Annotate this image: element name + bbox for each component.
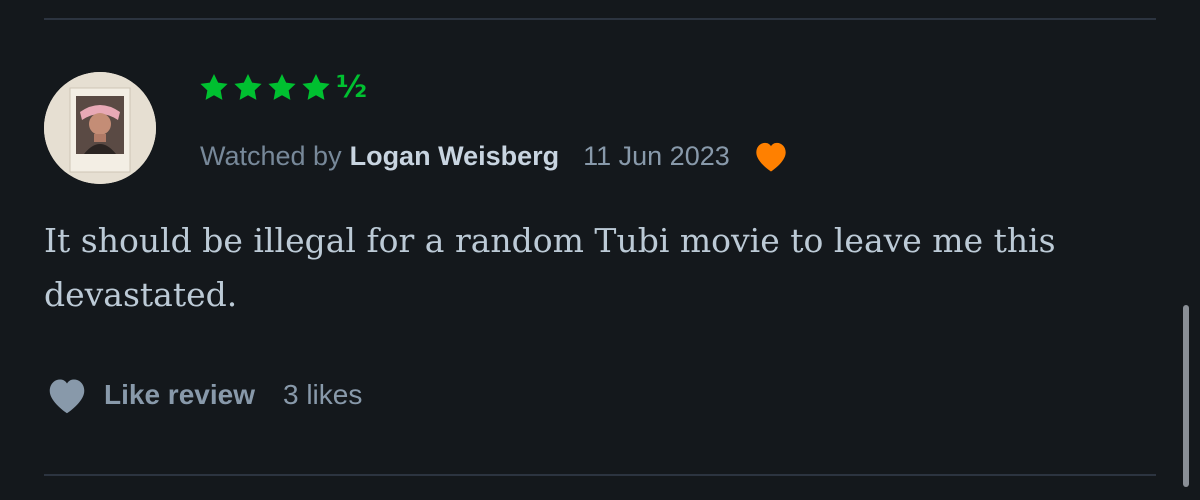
watched-by-label: Watched by — [200, 140, 342, 171]
bottom-divider — [44, 474, 1156, 476]
star-icon — [234, 74, 262, 100]
heart-icon — [49, 379, 85, 414]
review-body: It should be illegal for a random Tubi m… — [44, 221, 1056, 314]
top-divider — [44, 18, 1156, 20]
like-review-button[interactable]: Like review — [44, 375, 255, 415]
star-icon — [302, 74, 330, 100]
username-link[interactable]: Logan Weisberg — [350, 141, 560, 172]
scrollbar[interactable] — [1183, 305, 1189, 487]
star-icon — [268, 74, 296, 100]
review-meta: Watched by Logan Weisberg 11 Jun 2023 — [200, 134, 790, 178]
like-review-label: Like review — [104, 379, 255, 410]
avatar-photo — [44, 72, 156, 184]
likes-count-link[interactable]: 3 likes — [283, 379, 362, 411]
heart-icon — [756, 142, 786, 172]
review-actions: Like review 3 likes — [44, 372, 362, 418]
star-rating: ½ — [198, 66, 367, 110]
half-star: ½ — [336, 70, 368, 105]
avatar[interactable] — [44, 72, 156, 184]
star-icon — [200, 74, 228, 100]
watch-date: 11 Jun 2023 — [583, 140, 730, 171]
